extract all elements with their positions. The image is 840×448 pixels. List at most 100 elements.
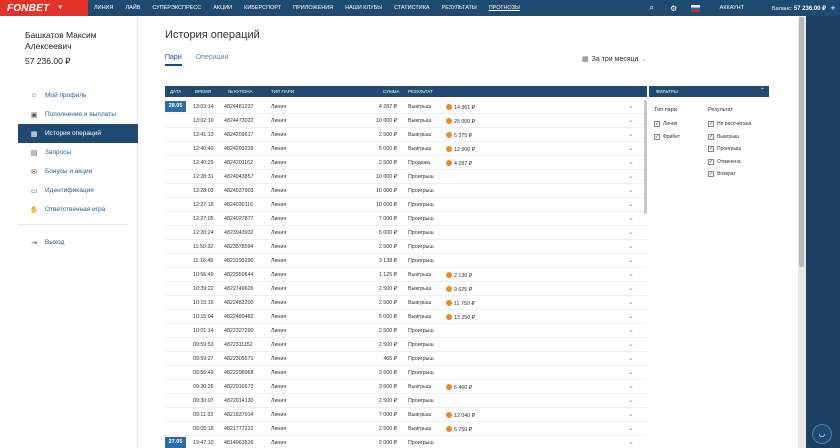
- checkbox-checked-icon[interactable]: ✓: [708, 133, 714, 140]
- table-scrollbar[interactable]: [644, 100, 647, 214]
- nav-item[interactable]: Линия: [88, 0, 119, 16]
- expand-chevron-icon[interactable]: ⌄: [628, 298, 634, 306]
- table-row[interactable]: 09:59:53 4822311152 Линия 2 500 ₽ Проигрыш ⌄: [165, 338, 647, 352]
- expand-chevron-icon[interactable]: ⌄: [628, 284, 634, 292]
- expand-chevron-icon[interactable]: ⌄: [628, 312, 634, 320]
- expand-chevron-icon[interactable]: ⌄: [628, 270, 634, 278]
- russian-flag-icon[interactable]: [690, 4, 700, 12]
- table-row[interactable]: 12:27:18 4824030116 Линия 10 000 ₽ Проигрыш ⌄: [165, 198, 647, 212]
- expand-chevron-icon[interactable]: ⌄: [628, 410, 634, 418]
- filter-checkbox[interactable]: ✓ Возврат: [708, 168, 751, 181]
- account-link[interactable]: Аккаунт: [706, 5, 752, 11]
- nav-item[interactable]: Приложения: [287, 0, 339, 16]
- table-row[interactable]: 12:40:29 4824201162 Линия 2 500 ₽ Продажа 4 2…: [165, 156, 647, 170]
- table-row[interactable]: 13:02:10 4824473022 Линия 10 000 ₽ Выигрыш 25…: [165, 114, 647, 128]
- expand-chevron-icon[interactable]: ⌄: [628, 382, 634, 390]
- expand-chevron-icon[interactable]: ⌄: [628, 214, 634, 222]
- expand-chevron-icon[interactable]: ⌄: [628, 242, 634, 250]
- expand-chevron-icon[interactable]: ⌄: [628, 326, 634, 334]
- expand-chevron-icon[interactable]: ⌄: [628, 172, 634, 180]
- top-navbar: FONBET ▼ Линия Лайв Суперэкспресс Акции Кибер…: [0, 0, 840, 16]
- expand-chevron-icon[interactable]: ⌄: [628, 354, 634, 362]
- nav-item[interactable]: Суперэкспресс: [146, 0, 207, 16]
- filters-header[interactable]: Фильтры ⌃: [649, 86, 769, 97]
- sidebar-item[interactable]: ▭ Идентификация: [18, 181, 138, 200]
- nav-item[interactable]: Наши клубы: [339, 0, 388, 16]
- chevron-up-icon[interactable]: ⌃: [760, 86, 765, 97]
- expand-chevron-icon[interactable]: ⌄: [628, 256, 634, 264]
- expand-chevron-icon[interactable]: ⌄: [628, 396, 634, 404]
- table-row[interactable]: 10:15:16 4822482200 Линия 2 500 ₽ Выигрыш 11 …: [165, 296, 647, 310]
- expand-chevron-icon[interactable]: ⌄: [628, 424, 634, 432]
- filter-checkbox[interactable]: ✓ Фрибет: [654, 131, 680, 144]
- table-row[interactable]: 12:27:05 4824027877 Линия 7 000 ₽ Проигрыш ⌄: [165, 212, 647, 226]
- table-row[interactable]: 09:56:49 4822298968 Линия 3 500 ₽ Проигрыш ⌄: [165, 366, 647, 380]
- expand-chevron-icon[interactable]: ⌄: [628, 438, 634, 446]
- nav-item[interactable]: Киберспорт: [238, 0, 287, 16]
- fonbet-logo[interactable]: FONBET ▼: [0, 0, 88, 16]
- expand-chevron-icon[interactable]: ⌄: [628, 116, 634, 124]
- table-row[interactable]: 09:05:18 4821777222 Линия 2 500 ₽ Выигрыш 6 7…: [165, 422, 647, 436]
- table-row[interactable]: 12:20:24 4823943932 Линия 5 000 ₽ Проигрыш ⌄: [165, 226, 647, 240]
- chevron-down-icon[interactable]: ▼: [57, 5, 63, 11]
- expand-chevron-icon[interactable]: ⌄: [628, 340, 634, 348]
- checkbox-checked-icon[interactable]: ✓: [708, 171, 714, 178]
- nav-item[interactable]: Лайв: [119, 0, 146, 16]
- sidebar-item[interactable]: ▦ История операций: [18, 124, 138, 143]
- table-row[interactable]: 10:39:22 4822749626 Линия 2 500 ₽ Выигрыш 9 6…: [165, 282, 647, 296]
- table-row[interactable]: 12:40:40 4824203239 Линия 5 000 ₽ Выигрыш 12 …: [165, 142, 647, 156]
- table-row[interactable]: 10:01:14 4822327290 Линия 2 500 ₽ Проигрыш ⌄: [165, 324, 647, 338]
- filter-checkbox[interactable]: ✓ Линия: [654, 118, 680, 131]
- filter-checkbox[interactable]: ✓ Не рассчитана: [708, 118, 751, 131]
- deposit-plus-icon[interactable]: +: [826, 3, 840, 13]
- cell-coupon: 4822327290: [224, 328, 254, 334]
- checkbox-checked-icon[interactable]: ✓: [654, 133, 660, 140]
- table-row[interactable]: 09:30:26 4822016673 Линия 3 600 ₽ Выигрыш 6 4…: [165, 380, 647, 394]
- chat-support-icon[interactable]: ◡: [812, 424, 832, 444]
- logout-button[interactable]: ⇥ Выход: [18, 233, 138, 252]
- table-row[interactable]: 09:11:33 4821837914 Линия 7 000 ₽ Выигрыш 12 …: [165, 408, 647, 422]
- cell-type: Линия: [271, 174, 287, 180]
- checkbox-checked-icon[interactable]: ✓: [708, 158, 714, 165]
- expand-chevron-icon[interactable]: ⌄: [628, 228, 634, 236]
- table-row[interactable]: 09:30:07 4822014130 Линия 2 500 ₽ Проигрыш ⌄: [165, 394, 647, 408]
- table-row[interactable]: 12:41:13 4824209617 Линия 2 500 ₽ Выигрыш 5 3…: [165, 128, 647, 142]
- nav-item[interactable]: Статистика: [388, 0, 436, 16]
- table-row[interactable]: 28.05 13:03:14 4824481237 Линия 4 287 ₽ Выигр…: [165, 100, 647, 114]
- table-row[interactable]: 11:16:49 4823193290 Линия 3 138 ₽ Проигрыш ⌄: [165, 254, 647, 268]
- expand-chevron-icon[interactable]: ⌄: [628, 200, 634, 208]
- sidebar-item[interactable]: ▤ Запросы: [18, 143, 138, 162]
- table-row[interactable]: 11:50:32 4823578594 Линия 2 500 ₽ Проигрыш ⌄: [165, 240, 647, 254]
- expand-chevron-icon[interactable]: ⌄: [628, 368, 634, 376]
- page-scrollbar-thumb[interactable]: [799, 17, 804, 267]
- filter-checkbox[interactable]: ✓ Проигрыш: [708, 143, 751, 156]
- checkbox-checked-icon[interactable]: ✓: [708, 146, 714, 153]
- search-icon[interactable]: ⌕: [641, 3, 663, 13]
- sidebar-item[interactable]: ✋ Ответственная игра: [18, 200, 138, 219]
- nav-item[interactable]: Акции: [207, 0, 238, 16]
- expand-chevron-icon[interactable]: ⌄: [628, 144, 634, 152]
- sidebar-item[interactable]: ▣ Пополнение и выплаты: [18, 105, 138, 124]
- nav-item[interactable]: Прогнозы: [483, 0, 526, 16]
- expand-chevron-icon[interactable]: ⌄: [628, 158, 634, 166]
- tab-bets[interactable]: Пари: [165, 54, 182, 66]
- expand-chevron-icon[interactable]: ⌄: [628, 186, 634, 194]
- filter-checkbox[interactable]: ✓ Выигрыш: [708, 131, 751, 144]
- table-row[interactable]: 12:28:03 4824037903 Линия 10 000 ₽ Проигрыш ⌄: [165, 184, 647, 198]
- table-row[interactable]: 10:56:49 4822950644 Линия 1 125 ₽ Выигрыш 2 1…: [165, 268, 647, 282]
- sidebar-item[interactable]: ☺ Мой профиль: [18, 86, 138, 105]
- checkbox-checked-icon[interactable]: ✓: [654, 121, 660, 128]
- table-row[interactable]: 10:15:04 4822480482 Линия 5 000 ₽ Выигрыш 13 …: [165, 310, 647, 324]
- filter-checkbox[interactable]: ✓ Отменена: [708, 156, 751, 169]
- tab-operations[interactable]: Операции: [196, 54, 229, 66]
- sidebar-item[interactable]: ✉ Бонусы и акции: [18, 162, 138, 181]
- table-row[interactable]: 09:59:27 4822305571 Линия 465 ₽ Проигрыш ⌄: [165, 352, 647, 366]
- expand-chevron-icon[interactable]: ⌄: [628, 130, 634, 138]
- table-row[interactable]: 27.05 19:47:10 4814963516 Линия 2 000 ₽ Проиг…: [165, 436, 647, 448]
- checkbox-checked-icon[interactable]: ✓: [708, 121, 714, 128]
- nav-item[interactable]: Результаты: [436, 0, 483, 16]
- table-row[interactable]: 12:28:31 4824043857 Линия 10 000 ₽ Проигрыш ⌄: [165, 170, 647, 184]
- gear-icon[interactable]: ⚙: [663, 4, 685, 13]
- period-select[interactable]: ▦ За три месяца ⌄: [582, 55, 647, 63]
- expand-chevron-icon[interactable]: ⌄: [628, 102, 634, 110]
